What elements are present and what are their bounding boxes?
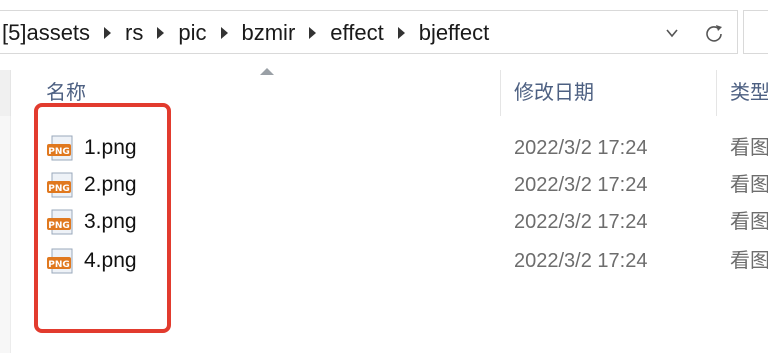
breadcrumb-bzmir[interactable]: bzmir xyxy=(232,20,302,46)
breadcrumb-rs[interactable]: rs xyxy=(115,20,149,46)
file-type: 看图 xyxy=(730,211,768,233)
column-header-type[interactable]: 类型 xyxy=(730,70,768,116)
chevron-right-icon[interactable] xyxy=(157,27,165,39)
chevron-down-icon[interactable] xyxy=(665,26,679,40)
breadcrumb: [5]assets rs pic bzmir effect bjeffect xyxy=(0,11,495,55)
file-date: 2022/3/2 17:24 xyxy=(514,174,648,196)
column-header-date[interactable]: 修改日期 xyxy=(514,70,594,116)
refresh-icon[interactable] xyxy=(703,22,725,44)
breadcrumb-pic[interactable]: pic xyxy=(168,20,212,46)
file-type: 看图 xyxy=(730,250,768,272)
breadcrumb-effect[interactable]: effect xyxy=(320,20,389,46)
chevron-right-icon[interactable] xyxy=(104,27,112,39)
breadcrumb-assets[interactable]: [5]assets xyxy=(0,20,96,46)
file-date: 2022/3/2 17:24 xyxy=(514,137,648,159)
highlight-annotation xyxy=(34,103,171,333)
header-gutter xyxy=(0,70,11,116)
column-divider[interactable] xyxy=(500,70,501,116)
address-bar[interactable]: [5]assets rs pic bzmir effect bjeffect xyxy=(0,10,738,54)
file-date: 2022/3/2 17:24 xyxy=(514,250,648,272)
file-type: 看图 xyxy=(730,137,768,159)
file-type: 看图 xyxy=(730,174,768,196)
chevron-right-icon[interactable] xyxy=(309,27,317,39)
search-box[interactable] xyxy=(743,10,768,54)
chevron-right-icon[interactable] xyxy=(397,27,405,39)
breadcrumb-bjeffect[interactable]: bjeffect xyxy=(409,20,496,46)
sort-ascending-icon xyxy=(260,68,274,75)
chevron-right-icon[interactable] xyxy=(220,27,228,39)
column-divider[interactable] xyxy=(716,70,717,116)
file-date: 2022/3/2 17:24 xyxy=(514,211,648,233)
